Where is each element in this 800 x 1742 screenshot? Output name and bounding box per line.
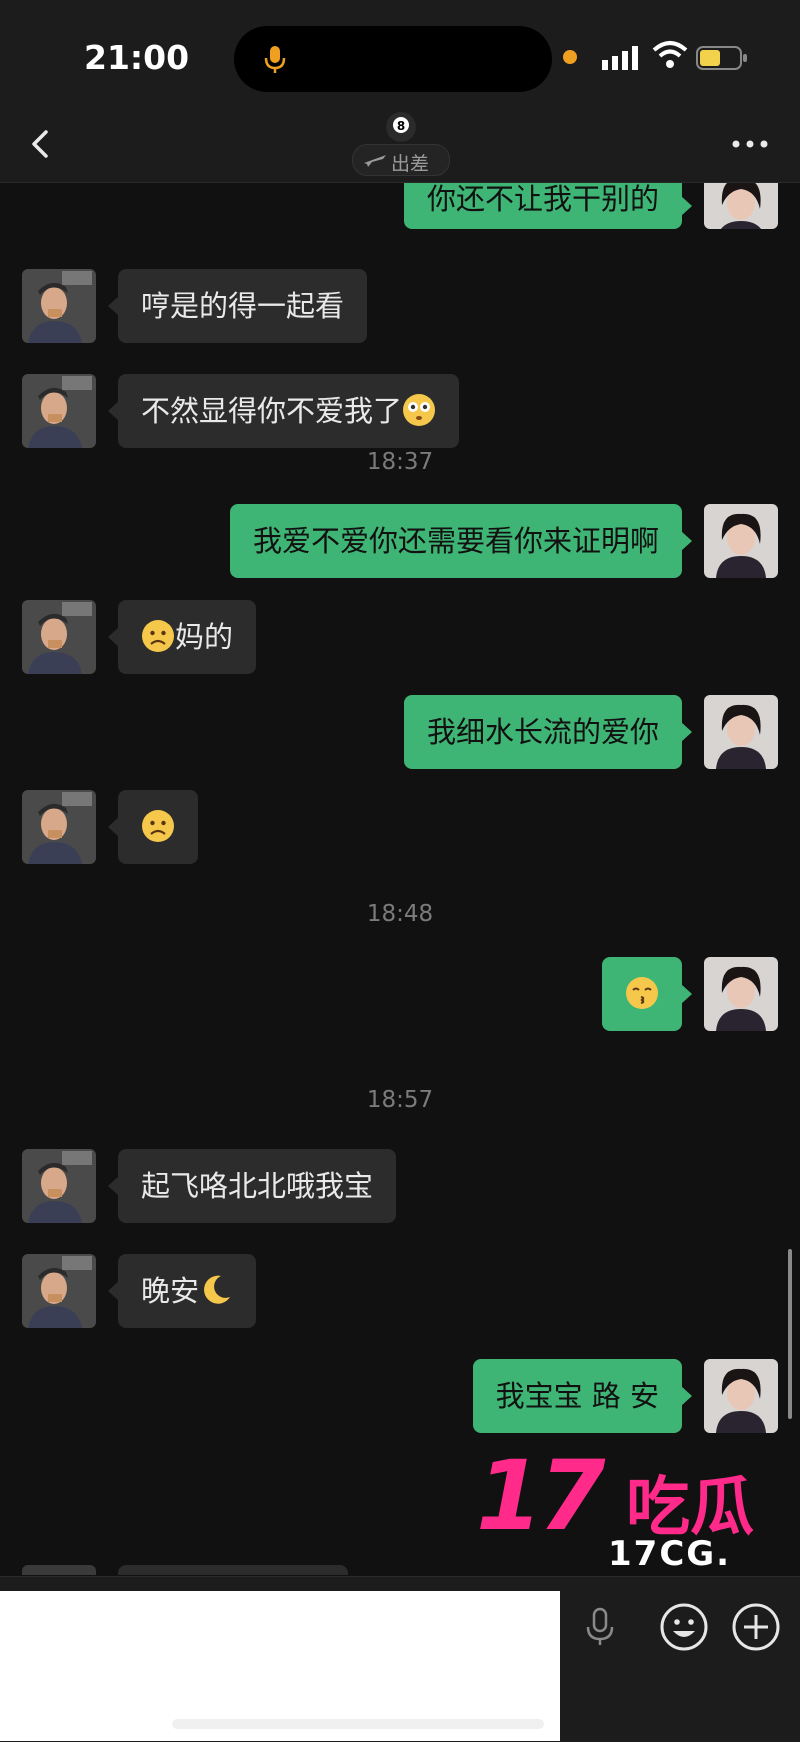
my-avatar[interactable]	[704, 695, 778, 769]
message-row: 哼是的得一起看	[0, 269, 800, 343]
status-time: 21:00	[84, 38, 190, 77]
status-bar: 21:00	[0, 0, 800, 110]
microphone-icon[interactable]	[580, 1605, 620, 1649]
message-bubble-outgoing[interactable]	[602, 957, 692, 1031]
message-bubble-outgoing[interactable]: 我宝宝 路 安	[472, 1359, 693, 1433]
contact-avatar[interactable]	[22, 1254, 96, 1328]
wifi-icon	[652, 41, 688, 68]
status-label: 出差	[391, 153, 430, 175]
message-bubble-incoming[interactable]	[118, 1565, 348, 1575]
timestamp: 18:37	[366, 449, 434, 475]
contact-avatar[interactable]	[22, 269, 96, 343]
message-bubble-incoming[interactable]: 起飞咯北北哦我宝	[107, 1149, 397, 1223]
watermark-brand: 17	[476, 1440, 606, 1552]
message-bubble-incoming[interactable]: 哼是的得一起看	[107, 269, 368, 343]
message-row: 妈的	[0, 600, 800, 674]
battery-icon	[696, 46, 747, 70]
message-row: 我细水长流的爱你	[0, 695, 800, 769]
message-row	[0, 790, 800, 864]
contact-avatar[interactable]	[22, 374, 96, 448]
my-avatar[interactable]	[704, 504, 778, 578]
chevron-left-icon[interactable]	[22, 124, 62, 164]
contact-avatar[interactable]	[22, 790, 96, 864]
timestamp: 18:57	[366, 1087, 434, 1113]
message-list[interactable]: 你还不让我干别的 哼是的得一起看 不然显得你不爱我了 18:37 我爱不爱你还需…	[0, 183, 800, 1575]
eight-ball-icon: 8	[386, 112, 416, 142]
more-dots-icon[interactable]	[728, 132, 772, 156]
message-row: 起飞咯北北哦我宝	[0, 1149, 800, 1223]
my-avatar[interactable]	[704, 957, 778, 1031]
cellular-signal-icon	[602, 46, 638, 70]
message-bubble-outgoing[interactable]: 我爱不爱你还需要看你来证明啊	[229, 504, 693, 578]
message-text: 不然显得你不爱我了	[141, 394, 403, 428]
message-row: 我宝宝 路 安	[0, 1359, 800, 1433]
message-bubble-incoming[interactable]: 妈的	[107, 600, 257, 674]
message-bubble-incoming[interactable]	[108, 790, 198, 864]
message-bubble-incoming[interactable]: 不然显得你不爱我了	[107, 374, 460, 448]
message-text: 晚安	[141, 1274, 200, 1308]
input-bar	[0, 1576, 800, 1742]
smiley-icon[interactable]	[658, 1601, 710, 1653]
microphone-indicator-icon	[264, 46, 286, 73]
frowning-face-emoji-icon	[142, 620, 174, 652]
contact-avatar[interactable]	[22, 600, 96, 674]
message-row: 不然显得你不爱我了	[0, 374, 800, 448]
svg-text:8: 8	[397, 119, 405, 133]
dynamic-island	[234, 26, 552, 92]
my-avatar[interactable]	[704, 183, 778, 229]
message-bubble-outgoing[interactable]: 我细水长流的爱你	[403, 695, 693, 769]
scrollbar-thumb[interactable]	[788, 1249, 792, 1419]
watermark: 17 吃瓜 17CG. ME	[476, 1440, 796, 1614]
message-text: 妈的	[175, 620, 234, 654]
chat-header: 8 出差	[0, 110, 800, 183]
message-bubble-outgoing[interactable]: 你还不让我干别的	[403, 183, 693, 229]
message-row: 我爱不爱你还需要看你来证明啊	[0, 504, 800, 578]
flushed-face-emoji-icon	[403, 394, 436, 426]
user-status-pill[interactable]: 出差	[352, 144, 450, 176]
message-bubble-incoming[interactable]: 晚安	[107, 1254, 257, 1328]
timestamp: 18:48	[366, 901, 434, 927]
airplane-icon	[364, 155, 386, 167]
contact-avatar[interactable]	[22, 1565, 96, 1575]
privacy-indicator-dot	[563, 50, 577, 64]
contact-avatar[interactable]	[22, 1149, 96, 1223]
kissing-face-emoji-icon	[626, 977, 658, 1009]
message-row: 你还不让我干别的	[0, 183, 800, 243]
frowning-face-emoji-icon	[142, 810, 174, 842]
home-indicator[interactable]	[172, 1719, 544, 1729]
plus-circle-icon[interactable]	[730, 1601, 782, 1653]
message-row: 晚安	[0, 1254, 800, 1328]
my-avatar[interactable]	[704, 1359, 778, 1433]
crescent-moon-emoji-icon	[204, 1275, 231, 1304]
